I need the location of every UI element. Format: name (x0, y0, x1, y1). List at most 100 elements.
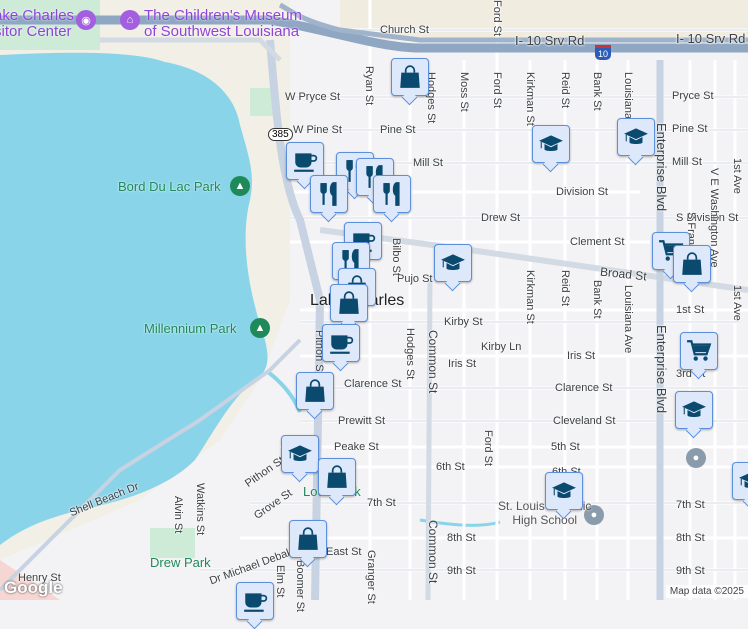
shopping-bag-icon (336, 290, 362, 316)
shopping-marker[interactable] (289, 520, 327, 558)
street-label: Ford St (491, 0, 503, 37)
park-tree-icon[interactable]: ▲ (230, 176, 250, 196)
school-marker[interactable] (434, 244, 472, 282)
street-label: 5th St (551, 441, 580, 453)
shopping-marker[interactable] (318, 458, 356, 496)
shopping-marker[interactable] (673, 245, 711, 283)
shopping-bag-icon (324, 464, 350, 490)
street-label: Bank St (591, 280, 603, 319)
street-label: 7th St (676, 499, 705, 511)
coffee-marker[interactable] (322, 324, 360, 362)
street-label: I- 10 Srv Rd (515, 33, 585, 48)
shopping-marker[interactable] (330, 284, 368, 322)
street-label: Alvin St (172, 496, 184, 534)
street-label: 7th St (367, 497, 396, 509)
camera-icon[interactable]: ◉ (76, 10, 96, 30)
street-label: Clarence St (344, 378, 402, 390)
map-attribution[interactable]: Map data ©2025 (665, 585, 748, 598)
school-pin-icon[interactable]: ● (686, 448, 706, 468)
street-label: Bilbo St (390, 238, 402, 276)
park-label[interactable]: Bord Du Lac Park (118, 179, 221, 194)
shopping-cart-icon (686, 338, 712, 364)
street-label: Bank St (591, 72, 603, 111)
street-label: Pine St (380, 124, 416, 136)
street-label: Ford St (491, 72, 503, 109)
street-label: W Pryce St (285, 91, 341, 103)
street-label: Drew St (481, 212, 521, 224)
street-label: Kirby Ln (481, 341, 522, 353)
school-marker[interactable] (532, 125, 570, 163)
coffee-icon (242, 588, 268, 614)
interstate-shield: 10 (595, 45, 612, 60)
shopping-bag-icon (679, 251, 705, 277)
street-label: Reid St (559, 72, 571, 109)
street-label: Division St (556, 186, 608, 198)
street-label: Boomer St (294, 560, 306, 612)
street-label: Enterprise Blvd (654, 123, 669, 212)
street-label: Mill St (413, 157, 443, 169)
street-label: Moss St (458, 72, 470, 112)
street-label: Clarence St (555, 382, 613, 394)
street-label: Prewitt St (338, 415, 386, 427)
street-label: Hodges St (404, 328, 416, 380)
school-icon (287, 441, 313, 467)
street-label: Ford St (482, 430, 494, 467)
street-label: 9th St (447, 565, 476, 577)
shopping-bag-icon (397, 64, 423, 90)
street-label: Pujo St (397, 273, 433, 285)
street-label: Reid St (559, 270, 571, 307)
street-label: Louisiana Ave (622, 285, 634, 354)
street-label: 6th St (436, 461, 465, 473)
restaurant-icon (316, 181, 342, 207)
street-label: 9th St (676, 565, 705, 577)
street-label: Peake St (334, 441, 379, 453)
street-label: Enterprise Blvd (654, 325, 669, 414)
street-label: Kirby St (444, 316, 483, 328)
street-label: 8th St (676, 532, 705, 544)
street-label: Common St (426, 330, 440, 394)
school-marker[interactable] (545, 472, 583, 510)
restaurant-marker[interactable] (373, 175, 411, 213)
visitor-center-label[interactable]: ake Charles sitor Center (0, 8, 74, 40)
grocery-marker[interactable] (680, 332, 718, 370)
street-label: Watkins St (194, 483, 206, 536)
restaurant-icon (379, 181, 405, 207)
street-label: I- 10 Srv Rd (676, 31, 746, 46)
museum-icon[interactable]: ⌂ (120, 10, 140, 30)
street-label: Mill St (672, 156, 702, 168)
school-icon (738, 468, 748, 494)
street-label: Church St (380, 24, 429, 36)
school-marker[interactable] (281, 435, 319, 473)
street-label: Pine St (672, 123, 708, 135)
school-icon (538, 131, 564, 157)
school-marker[interactable] (617, 118, 655, 156)
restaurant-marker[interactable] (310, 175, 348, 213)
shopping-marker[interactable] (296, 372, 334, 410)
street-label: Common St (426, 520, 440, 584)
street-label: Granger St (365, 550, 377, 604)
street-label: Pryce St (672, 90, 714, 102)
state-route-shield: 385 (268, 128, 293, 141)
street-label: Iris St (567, 350, 596, 362)
coffee-marker[interactable] (236, 582, 274, 620)
shopping-bag-icon (302, 378, 328, 404)
museum-label[interactable]: The Children's Museum of Southwest Louis… (144, 8, 302, 40)
school-icon (551, 478, 577, 504)
street-label: Kirkman St (524, 270, 536, 324)
street-label: Iris St (448, 358, 477, 370)
park-label[interactable]: Millennium Park (144, 321, 236, 336)
park-tree-icon[interactable]: ▲ (250, 318, 270, 338)
street-label: 1st Ave (731, 285, 743, 321)
park-label[interactable]: Drew Park (150, 555, 211, 570)
coffee-icon (328, 330, 354, 356)
street-label: 1st Ave (731, 158, 743, 194)
school-icon (623, 124, 649, 150)
street-label: 1st St (676, 304, 705, 316)
shopping-bag-icon (295, 526, 321, 552)
shopping-marker[interactable] (391, 58, 429, 96)
street-label: East St (326, 546, 362, 558)
school-icon (440, 250, 466, 276)
school-marker[interactable] (732, 462, 748, 500)
street-label: 8th St (447, 532, 476, 544)
school-marker[interactable] (675, 391, 713, 429)
